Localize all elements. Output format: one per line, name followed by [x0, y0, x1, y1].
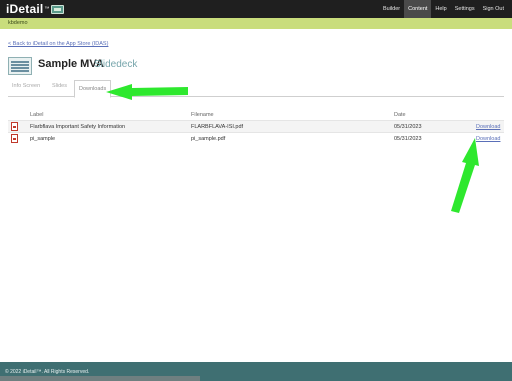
- username-label: kbdemo: [8, 20, 28, 26]
- idetail-logo[interactable]: iDetail ™: [6, 1, 65, 17]
- table-header: Label Filename Date: [8, 110, 504, 120]
- column-header-date: Date: [394, 112, 406, 118]
- footer-copyright: © 2022 iDetail™. All Rights Reserved.: [5, 369, 90, 375]
- nav-help[interactable]: Help: [431, 0, 450, 18]
- nav-sign-out[interactable]: Sign Out: [479, 0, 508, 18]
- tab-info-screen[interactable]: Info Screen: [12, 83, 40, 89]
- table-row: pi_sample pi_sample.pdf 05/31/2023 Downl…: [8, 132, 504, 144]
- tab-slides[interactable]: Slides: [52, 83, 67, 89]
- footer-strip: [0, 376, 200, 381]
- nav-settings[interactable]: Settings: [451, 0, 479, 18]
- pdf-icon: [11, 134, 18, 143]
- page-subtitle: Slidedeck: [94, 59, 138, 70]
- back-to-app-store-link[interactable]: < Back to iDetail on the App Store (IDAS…: [8, 41, 108, 47]
- row-label: pi_sample: [30, 136, 56, 142]
- row-label: Flarbflava Important Safety Information: [30, 124, 126, 130]
- logo-trademark: ™: [44, 6, 50, 12]
- user-bar: kbdemo: [0, 18, 512, 29]
- downloads-table: Label Filename Date Flarbflava Important…: [8, 110, 504, 144]
- row-filename: FLARBFLAVA-ISI.pdf: [191, 124, 244, 130]
- pdf-icon: [11, 122, 18, 131]
- arrow-to-download-link: [451, 138, 479, 213]
- top-navigation-bar: iDetail ™ Builder Content Help Settings …: [0, 0, 512, 18]
- download-link[interactable]: Download: [476, 124, 500, 130]
- tab-bar: Info Screen Slides Downloads: [8, 80, 504, 98]
- column-header-label: Label: [30, 112, 44, 118]
- row-filename: pi_sample.pdf: [191, 136, 226, 142]
- row-date: 05/31/2023: [394, 136, 422, 142]
- tab-downloads[interactable]: Downloads: [74, 80, 112, 98]
- logo-text: iDetail: [6, 2, 44, 16]
- download-link[interactable]: Download: [476, 136, 500, 142]
- nav-builder[interactable]: Builder: [379, 0, 404, 18]
- table-row: Flarbflava Important Safety Information …: [8, 120, 504, 132]
- slidedeck-icon: [8, 57, 32, 75]
- idetail-logo-icon: [51, 4, 65, 14]
- column-header-filename: Filename: [191, 112, 214, 118]
- main-nav: Builder Content Help Settings Sign Out: [379, 0, 508, 18]
- row-date: 05/31/2023: [394, 124, 422, 130]
- nav-content[interactable]: Content: [404, 0, 432, 18]
